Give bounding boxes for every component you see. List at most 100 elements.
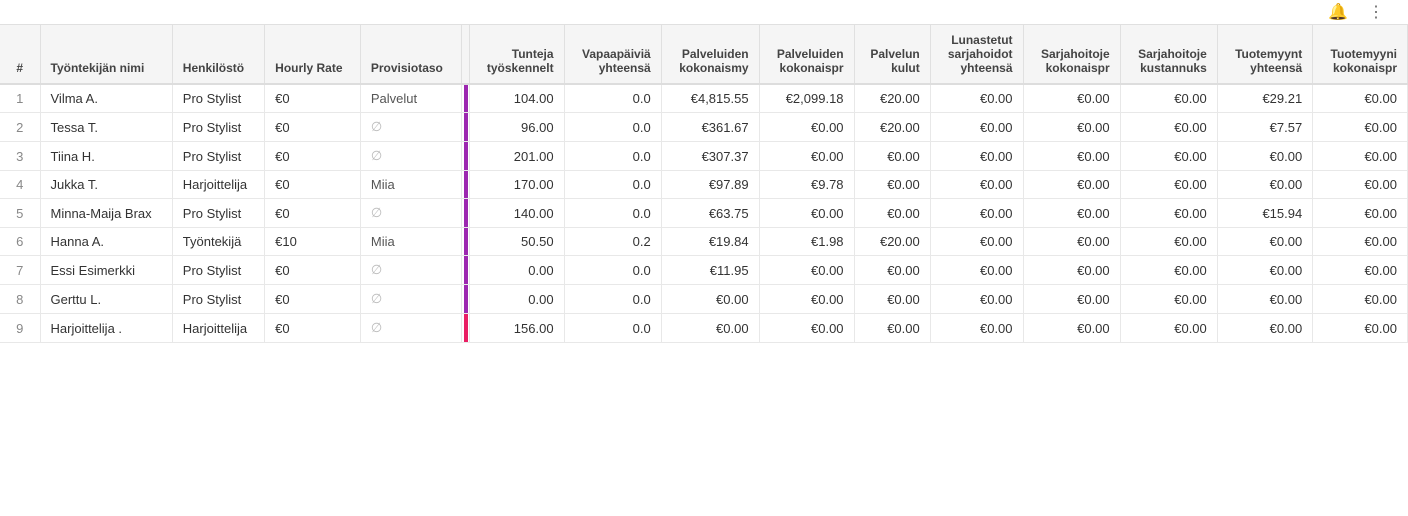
cell-tuotemyynt-yhteensa: €0.00 <box>1217 285 1312 314</box>
cell-henkilosto: Harjoittelija <box>172 314 264 343</box>
cell-palveluiden-kokonaismy: €97.89 <box>661 171 759 199</box>
cell-palveluiden-kokonaismy: €63.75 <box>661 199 759 228</box>
cell-tuotemyynt-yhteensa: €15.94 <box>1217 199 1312 228</box>
bar-visual <box>464 285 468 313</box>
cell-palvelun-kulut: €20.00 <box>854 84 930 113</box>
cell-name: Hanna A. <box>40 228 172 256</box>
cell-tuotemyynt-yhteensa: €0.00 <box>1217 314 1312 343</box>
cell-bar <box>461 228 469 256</box>
cell-tuotemyynt-yhteensa: €0.00 <box>1217 228 1312 256</box>
cell-tuotemyyni-kokonaispr: €0.00 <box>1313 84 1408 113</box>
cell-provisiotas: ∅ <box>360 285 461 314</box>
cell-sarjahoitoje-kustannuks: €0.00 <box>1120 171 1217 199</box>
empty-symbol: ∅ <box>371 119 382 134</box>
table-row: 1 Vilma A. Pro Stylist €0 Palvelut 104.0… <box>0 84 1408 113</box>
cell-name: Minna-Maija Brax <box>40 199 172 228</box>
cell-sarjahoitoje-kustannuks: €0.00 <box>1120 142 1217 171</box>
cell-name: Tiina H. <box>40 142 172 171</box>
cell-sarjahoitoje-kokonaispr: €0.00 <box>1023 228 1120 256</box>
cell-tunteja: 50.50 <box>469 228 564 256</box>
cell-name: Tessa T. <box>40 113 172 142</box>
cell-bar <box>461 199 469 228</box>
cell-henkilosto: Pro Stylist <box>172 84 264 113</box>
cell-num: 1 <box>0 84 40 113</box>
cell-sarjahoitoje-kustannuks: €0.00 <box>1120 228 1217 256</box>
table-row: 4 Jukka T. Harjoittelija €0 Miia 170.00 … <box>0 171 1408 199</box>
cell-tuotemyynt-yhteensa: €0.00 <box>1217 256 1312 285</box>
cell-hourly-rate: €0 <box>265 314 361 343</box>
cell-sarjahoitoje-kustannuks: €0.00 <box>1120 314 1217 343</box>
cell-provisiotas: ∅ <box>360 142 461 171</box>
cell-num: 7 <box>0 256 40 285</box>
col-bar <box>461 25 469 84</box>
cell-henkilosto: Pro Stylist <box>172 199 264 228</box>
cell-hourly-rate: €0 <box>265 113 361 142</box>
cell-lunastetut: €0.00 <box>930 228 1023 256</box>
col-palveluiden-kokonaismy: Palveluidenkokonaismy <box>661 25 759 84</box>
cell-vapaapaivia: 0.0 <box>564 256 661 285</box>
col-sarjahoitoje-kustannuks: Sarjahoitojekustannuks <box>1120 25 1217 84</box>
col-lunastetut: Lunastetutsarjahoidotyhteensä <box>930 25 1023 84</box>
provisiotas-value: Palvelut <box>371 91 417 106</box>
table-header: # Työntekijän nimi Henkilöstö Hourly Rat… <box>0 25 1408 84</box>
cell-lunastetut: €0.00 <box>930 199 1023 228</box>
cell-palveluiden-kokonaismy: €361.67 <box>661 113 759 142</box>
bar-visual <box>464 85 468 112</box>
cell-sarjahoitoje-kokonaispr: €0.00 <box>1023 171 1120 199</box>
cell-provisiotas: ∅ <box>360 113 461 142</box>
cell-palvelun-kulut: €0.00 <box>854 199 930 228</box>
bell-button[interactable]: 🔔 <box>1324 0 1352 26</box>
cell-tunteja: 140.00 <box>469 199 564 228</box>
cell-palveluiden-kokonaispr: €0.00 <box>759 113 854 142</box>
bar-visual <box>464 256 468 284</box>
cell-palveluiden-kokonaispr: €1.98 <box>759 228 854 256</box>
cell-palveluiden-kokonaispr: €0.00 <box>759 199 854 228</box>
cell-tuotemyyni-kokonaispr: €0.00 <box>1313 171 1408 199</box>
provisiotas-value: Miia <box>371 177 395 192</box>
cell-sarjahoitoje-kokonaispr: €0.00 <box>1023 314 1120 343</box>
cell-lunastetut: €0.00 <box>930 314 1023 343</box>
cell-vapaapaivia: 0.0 <box>564 84 661 113</box>
cell-num: 4 <box>0 171 40 199</box>
empty-symbol: ∅ <box>371 262 382 277</box>
col-tuotemyynt-yhteensa: Tuotemyyntyhteensä <box>1217 25 1312 84</box>
cell-tuotemyyni-kokonaispr: €0.00 <box>1313 256 1408 285</box>
table-row: 6 Hanna A. Työntekijä €10 Miia 50.50 0.2… <box>0 228 1408 256</box>
cell-palvelun-kulut: €0.00 <box>854 256 930 285</box>
cell-sarjahoitoje-kokonaispr: €0.00 <box>1023 256 1120 285</box>
bar-visual <box>464 113 468 141</box>
cell-tuotemyynt-yhteensa: €29.21 <box>1217 84 1312 113</box>
empty-symbol: ∅ <box>371 291 382 306</box>
table-body: 1 Vilma A. Pro Stylist €0 Palvelut 104.0… <box>0 84 1408 343</box>
empty-symbol: ∅ <box>371 205 382 220</box>
cell-hourly-rate: €0 <box>265 84 361 113</box>
cell-hourly-rate: €0 <box>265 171 361 199</box>
cell-henkilosto: Pro Stylist <box>172 113 264 142</box>
cell-palveluiden-kokonaismy: €4,815.55 <box>661 84 759 113</box>
col-tunteja: Tuntejatyöskennelt <box>469 25 564 84</box>
cell-bar <box>461 142 469 171</box>
cell-hourly-rate: €0 <box>265 142 361 171</box>
payroll-table: # Työntekijän nimi Henkilöstö Hourly Rat… <box>0 25 1408 343</box>
cell-palveluiden-kokonaismy: €11.95 <box>661 256 759 285</box>
cell-palveluiden-kokonaispr: €0.00 <box>759 256 854 285</box>
cell-palveluiden-kokonaismy: €0.00 <box>661 314 759 343</box>
cell-hourly-rate: €0 <box>265 199 361 228</box>
cell-vapaapaivia: 0.0 <box>564 314 661 343</box>
cell-vapaapaivia: 0.0 <box>564 142 661 171</box>
cell-tunteja: 96.00 <box>469 113 564 142</box>
cell-henkilosto: Pro Stylist <box>172 142 264 171</box>
more-menu-button[interactable]: ⋮ <box>1364 0 1388 26</box>
col-hourly-rate: Hourly Rate <box>265 25 361 84</box>
cell-henkilosto: Harjoittelija <box>172 171 264 199</box>
cell-sarjahoitoje-kokonaispr: €0.00 <box>1023 142 1120 171</box>
cell-vapaapaivia: 0.0 <box>564 199 661 228</box>
col-vapaapaivia: Vapaapäiviäyhteensä <box>564 25 661 84</box>
col-sarjahoitoje-kokonaispr: Sarjahoitojekokonaispr <box>1023 25 1120 84</box>
table-container: # Työntekijän nimi Henkilöstö Hourly Rat… <box>0 25 1408 343</box>
cell-lunastetut: €0.00 <box>930 171 1023 199</box>
empty-symbol: ∅ <box>371 148 382 163</box>
empty-symbol: ∅ <box>371 320 382 335</box>
bar-visual <box>464 314 468 342</box>
cell-palvelun-kulut: €20.00 <box>854 113 930 142</box>
